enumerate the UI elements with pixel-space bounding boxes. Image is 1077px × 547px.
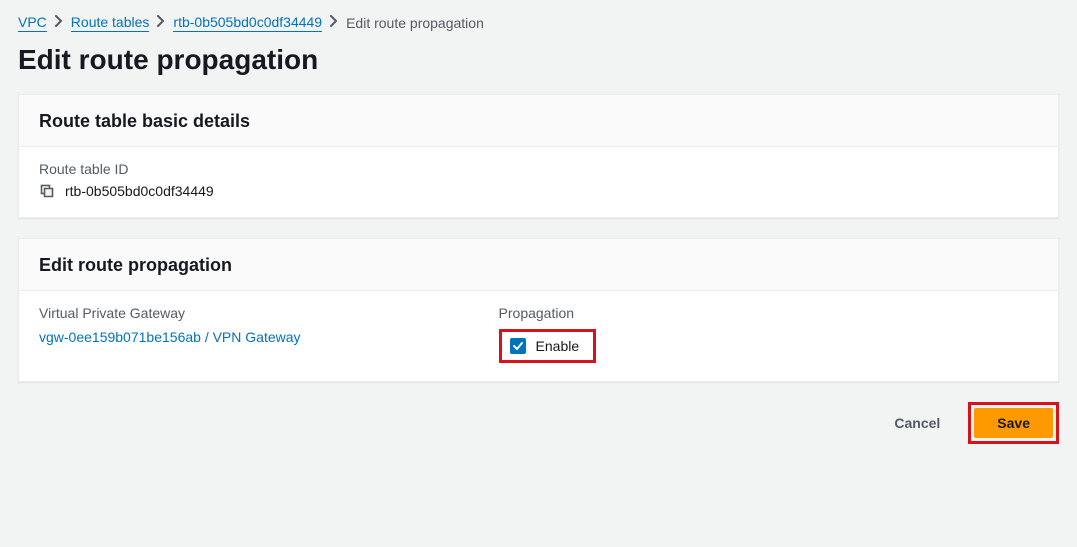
enable-checkbox[interactable] — [510, 338, 526, 354]
cancel-button[interactable]: Cancel — [880, 409, 954, 437]
action-bar: Cancel Save — [18, 402, 1059, 444]
panel-header: Route table basic details — [19, 95, 1058, 147]
vgw-header: Virtual Private Gateway — [39, 305, 499, 321]
page-title: Edit route propagation — [18, 44, 1059, 76]
panel-title: Route table basic details — [39, 111, 1038, 132]
chevron-right-icon — [330, 14, 338, 32]
panel-header: Edit route propagation — [19, 239, 1058, 291]
breadcrumb-link-route-tables[interactable]: Route tables — [71, 14, 150, 32]
enable-highlight: Enable — [499, 329, 597, 363]
chevron-right-icon — [55, 14, 63, 32]
breadcrumb-link-rtb-id[interactable]: rtb-0b505bd0c0df34449 — [173, 14, 322, 32]
vgw-link[interactable]: vgw-0ee159b071be156ab / VPN Gateway — [39, 329, 301, 345]
breadcrumb-current: Edit route propagation — [346, 15, 484, 31]
breadcrumb-link-vpc[interactable]: VPC — [18, 14, 47, 32]
route-table-id-label: Route table ID — [39, 161, 1038, 177]
copy-icon[interactable] — [39, 183, 55, 199]
save-button[interactable]: Save — [974, 408, 1053, 438]
route-table-details-panel: Route table basic details Route table ID… — [18, 94, 1059, 218]
save-highlight: Save — [968, 402, 1059, 444]
route-table-id-value: rtb-0b505bd0c0df34449 — [65, 183, 214, 199]
enable-label: Enable — [536, 338, 580, 354]
panel-title: Edit route propagation — [39, 255, 1038, 276]
breadcrumb: VPC Route tables rtb-0b505bd0c0df34449 E… — [18, 14, 1059, 32]
propagation-header: Propagation — [499, 305, 959, 321]
chevron-right-icon — [157, 14, 165, 32]
edit-route-propagation-panel: Edit route propagation Virtual Private G… — [18, 238, 1059, 382]
